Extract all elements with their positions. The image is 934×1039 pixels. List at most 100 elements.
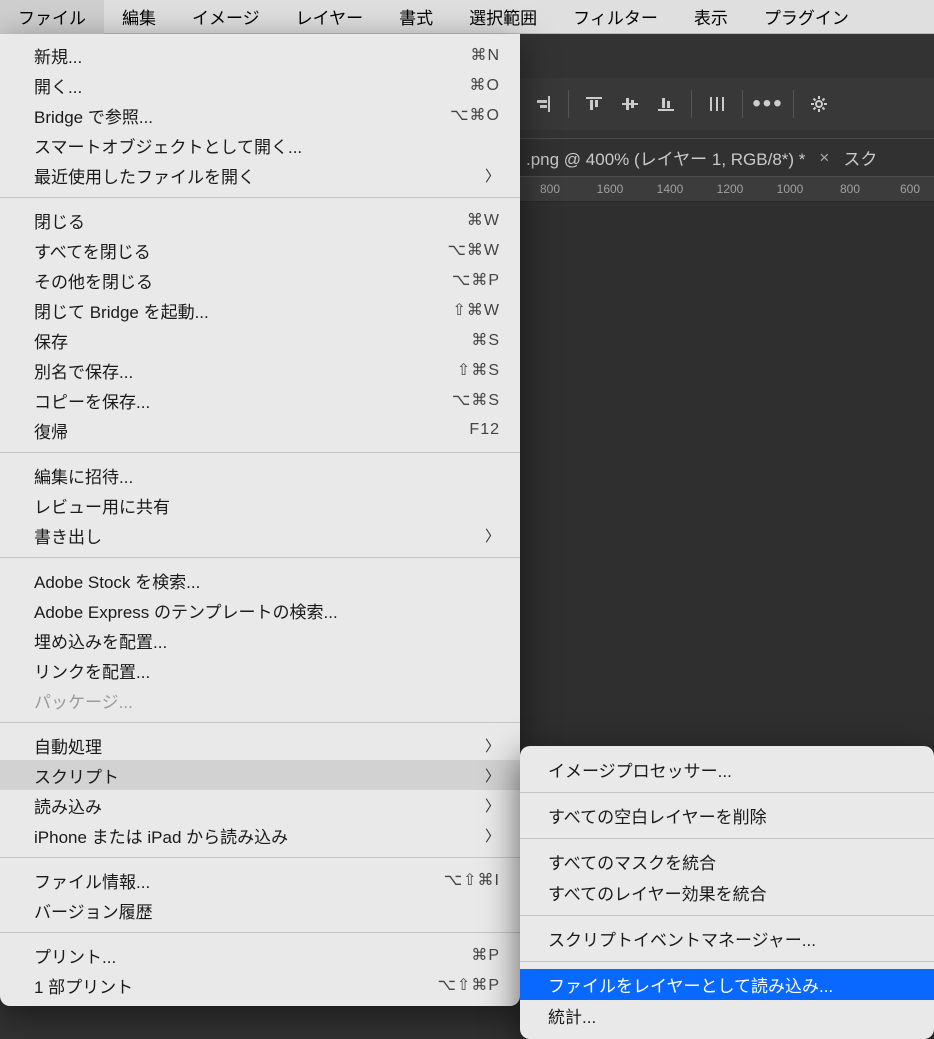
distribute-icon[interactable] xyxy=(700,87,734,121)
menu-item-label: 1 部プリント xyxy=(34,973,437,998)
align-top-icon[interactable] xyxy=(577,87,611,121)
menu-item[interactable]: コピーを保存...⌥⌘S xyxy=(0,385,520,415)
menubar-image[interactable]: イメージ xyxy=(174,0,278,34)
gear-icon[interactable] xyxy=(802,87,836,121)
menu-item-label: 閉じて Bridge を起動... xyxy=(34,298,452,323)
submenu-item[interactable]: イメージプロセッサー... xyxy=(520,754,934,785)
menu-item[interactable]: 書き出し〉 xyxy=(0,520,520,550)
ruler-tick: 800 xyxy=(820,182,880,196)
chevron-right-icon: 〉 xyxy=(477,765,500,786)
menu-shortcut: ⌥⌘P xyxy=(452,270,500,290)
menu-item-label: 閉じる xyxy=(34,208,467,233)
align-right-icon[interactable] xyxy=(526,87,560,121)
menu-item[interactable]: ファイル情報...⌥⇧⌘I xyxy=(0,865,520,895)
menu-item-label: 復帰 xyxy=(34,418,469,443)
menu-separator xyxy=(0,557,520,558)
submenu-item-label: すべてのマスクを統合 xyxy=(548,849,912,874)
menu-shortcut: ⌥⌘W xyxy=(447,240,500,260)
menu-item-label: レビュー用に共有 xyxy=(34,493,500,518)
menubar-type[interactable]: 書式 xyxy=(381,0,451,34)
submenu-item-label: ファイルをレイヤーとして読み込み... xyxy=(548,972,912,997)
menu-item[interactable]: その他を閉じる⌥⌘P xyxy=(0,265,520,295)
more-options-icon[interactable]: ••• xyxy=(751,87,785,121)
menubar-plugins[interactable]: プラグイン xyxy=(746,0,867,34)
close-tab-icon[interactable]: × xyxy=(819,148,829,168)
menu-item[interactable]: レビュー用に共有 xyxy=(0,490,520,520)
submenu-item[interactable]: すべての空白レイヤーを削除 xyxy=(520,800,934,831)
submenu-item[interactable]: すべてのマスクを統合 xyxy=(520,846,934,877)
menu-separator xyxy=(520,838,934,839)
document-tab-2[interactable]: スク xyxy=(843,145,877,170)
submenu-item-label: すべての空白レイヤーを削除 xyxy=(548,803,912,828)
menu-shortcut: ⌘S xyxy=(471,330,500,350)
file-menu-dropdown: 新規...⌘N開く...⌘OBridge で参照...⌥⌘O スマートオブジェクト… xyxy=(0,34,520,1006)
menubar-filter[interactable]: フィルター xyxy=(555,0,676,34)
menu-item-label: スマートオブジェクトとして開く... xyxy=(34,133,500,158)
menu-item[interactable]: 新規...⌘N xyxy=(0,40,520,70)
menubar-view[interactable]: 表示 xyxy=(676,0,746,34)
submenu-item[interactable]: すべてのレイヤー効果を統合 xyxy=(520,877,934,908)
menu-item-label: 埋め込みを配置... xyxy=(34,628,500,653)
menu-item-label: 読み込み xyxy=(34,793,477,818)
chevron-right-icon: 〉 xyxy=(477,165,500,186)
menu-item-label: プリント... xyxy=(34,943,471,968)
ruler-tick: 1200 xyxy=(700,182,760,196)
menu-separator xyxy=(520,792,934,793)
menubar-layer[interactable]: レイヤー xyxy=(278,0,382,34)
menu-item-label: 保存 xyxy=(34,328,471,353)
menubar-select[interactable]: 選択範囲 xyxy=(451,0,555,34)
align-bottom-icon[interactable] xyxy=(649,87,683,121)
chevron-right-icon: 〉 xyxy=(477,795,500,816)
menu-shortcut: ⌘O xyxy=(470,75,500,95)
chevron-right-icon: 〉 xyxy=(477,735,500,756)
menu-item[interactable]: すべてを閉じる⌥⌘W xyxy=(0,235,520,265)
document-tab-title[interactable]: .png @ 400% (レイヤー 1, RGB/8*) * xyxy=(526,145,805,170)
menu-item-label: すべてを閉じる xyxy=(34,238,447,263)
menu-item[interactable]: iPhone または iPad から読み込み〉 xyxy=(0,820,520,850)
menu-item[interactable]: 編集に招待... xyxy=(0,460,520,490)
toolbar-separator xyxy=(691,90,692,118)
menu-item-label: バージョン履歴 xyxy=(34,898,500,923)
menu-item[interactable]: 読み込み〉 xyxy=(0,790,520,820)
menu-shortcut: ⇧⌘W xyxy=(452,300,500,320)
menu-item[interactable]: 閉じる⌘W xyxy=(0,205,520,235)
menu-item[interactable]: 自動処理〉 xyxy=(0,730,520,760)
alignment-toolbar: ••• xyxy=(520,78,934,130)
menu-item[interactable]: リンクを配置... xyxy=(0,655,520,685)
menu-item[interactable]: スマートオブジェクトとして開く... xyxy=(0,130,520,160)
menu-item-label: 自動処理 xyxy=(34,733,477,758)
menu-item[interactable]: バージョン履歴 xyxy=(0,895,520,925)
menu-item[interactable]: Bridge で参照...⌥⌘O xyxy=(0,100,520,130)
menu-item[interactable]: Adobe Express のテンプレートの検索... xyxy=(0,595,520,625)
menu-item[interactable]: 1 部プリント⌥⇧⌘P xyxy=(0,970,520,1000)
menu-item-label: 編集に招待... xyxy=(34,463,500,488)
submenu-item-label: スクリプトイベントマネージャー... xyxy=(548,926,912,951)
menu-shortcut: ⌥⇧⌘P xyxy=(437,975,500,995)
menu-item[interactable]: 復帰F12 xyxy=(0,415,520,445)
menu-shortcut: F12 xyxy=(469,421,500,439)
submenu-item[interactable]: スクリプトイベントマネージャー... xyxy=(520,923,934,954)
submenu-item[interactable]: 統計... xyxy=(520,1000,934,1031)
menu-item[interactable]: 最近使用したファイルを開く〉 xyxy=(0,160,520,190)
menu-separator xyxy=(0,722,520,723)
menu-shortcut: ⌥⌘O xyxy=(450,105,500,125)
menu-item[interactable]: 埋め込みを配置... xyxy=(0,625,520,655)
menubar-edit[interactable]: 編集 xyxy=(104,0,174,34)
menu-item[interactable]: 保存⌘S xyxy=(0,325,520,355)
menu-item[interactable]: プリント...⌘P xyxy=(0,940,520,970)
align-vcenter-icon[interactable] xyxy=(613,87,647,121)
menu-separator xyxy=(0,452,520,453)
submenu-item-label: イメージプロセッサー... xyxy=(548,757,912,782)
menu-item[interactable]: 閉じて Bridge を起動...⇧⌘W xyxy=(0,295,520,325)
ruler-tick: 800 xyxy=(520,182,580,196)
menu-item[interactable]: 開く...⌘O xyxy=(0,70,520,100)
menu-item[interactable]: 別名で保存...⇧⌘S xyxy=(0,355,520,385)
menu-item-label: ファイル情報... xyxy=(34,868,444,893)
menubar-file[interactable]: ファイル xyxy=(0,0,104,34)
menu-separator xyxy=(0,932,520,933)
menu-item[interactable]: Adobe Stock を検索... xyxy=(0,565,520,595)
menu-shortcut: ⌥⇧⌘I xyxy=(444,870,500,890)
ruler-tick: 600 xyxy=(880,182,934,196)
menu-item[interactable]: スクリプト〉 xyxy=(0,760,520,790)
submenu-item[interactable]: ファイルをレイヤーとして読み込み... xyxy=(520,969,934,1000)
